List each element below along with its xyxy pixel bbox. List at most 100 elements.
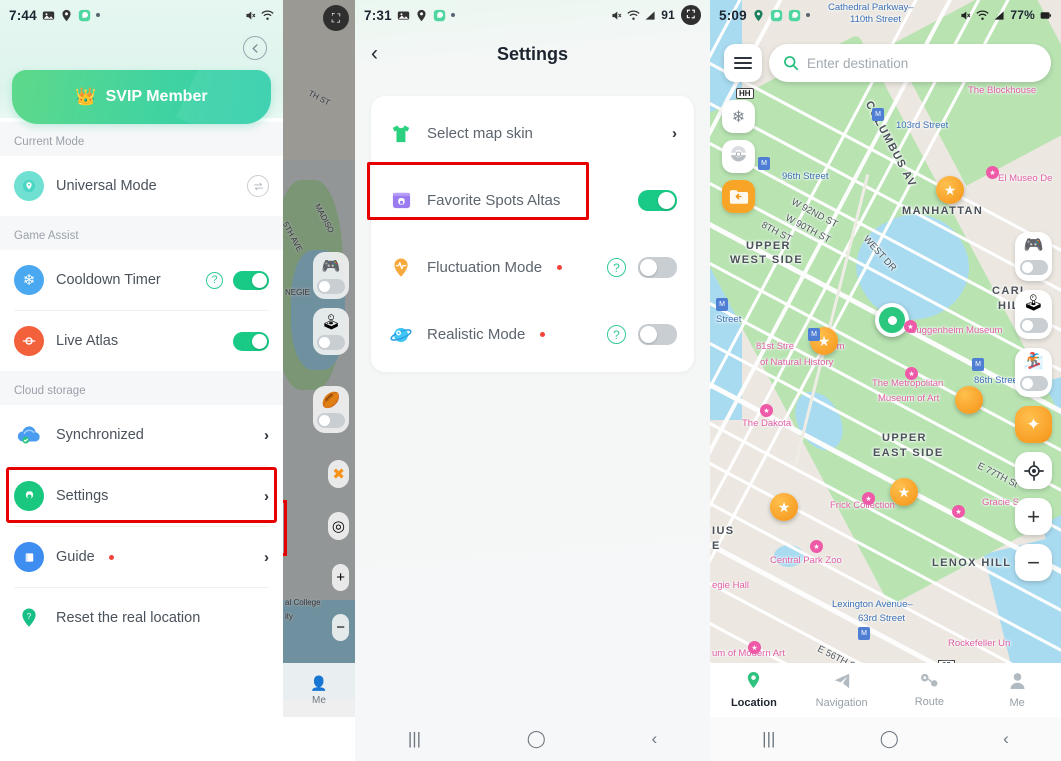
tab-route[interactable]: Route xyxy=(886,663,974,717)
current-location-marker[interactable] xyxy=(875,303,909,337)
favorite-spot-marker[interactable]: ★ xyxy=(890,478,918,506)
sliver-control-stack-2[interactable]: 🕹 xyxy=(313,308,349,355)
recents-button[interactable]: ||| xyxy=(408,729,421,749)
row-synchronized[interactable]: Synchronized › xyxy=(0,405,283,465)
search-input[interactable]: Enter destination xyxy=(769,44,1051,82)
row-guide[interactable]: Guide › xyxy=(0,527,283,587)
recenter-control[interactable] xyxy=(1015,452,1052,489)
row-cooldown-timer[interactable]: ❄ Cooldown Timer ? xyxy=(0,250,283,310)
radar-icon xyxy=(14,326,44,356)
realistic-mode-toggle[interactable] xyxy=(638,324,677,345)
hamburger-menu-button[interactable] xyxy=(724,44,762,82)
sliver-control-stack-1[interactable]: 🎮 xyxy=(313,252,349,299)
joystick-toggle[interactable] xyxy=(1019,318,1048,333)
recents-button[interactable]: ||| xyxy=(762,729,775,749)
row-tail: ? xyxy=(607,324,677,345)
snowflake-icon: ❄ xyxy=(731,108,746,126)
help-icon[interactable]: ? xyxy=(607,258,626,277)
poi-pin[interactable]: ★ xyxy=(748,641,761,654)
subway-station-icon[interactable]: M xyxy=(858,627,870,640)
poi-pin[interactable]: ★ xyxy=(904,320,917,333)
joystick-icon: 🕹 xyxy=(321,314,341,331)
joystick-control[interactable]: 🕹 xyxy=(1015,290,1052,339)
poi-pin[interactable]: ★ xyxy=(862,492,875,505)
profile-avatar-badge[interactable]: ⛶ xyxy=(323,5,349,31)
joystick-toggle[interactable] xyxy=(317,335,345,350)
sliver-zoom-in-control[interactable]: + xyxy=(332,564,349,591)
gamepad-toggle[interactable] xyxy=(317,279,345,294)
poi-pin[interactable]: ★ xyxy=(952,505,965,518)
sliver-tab-me[interactable]: 👤 Me xyxy=(283,663,355,717)
map-label: 103rd Street xyxy=(896,120,949,131)
settings-row-fluctuation-mode[interactable]: Fluctuation Mode ? xyxy=(371,234,694,301)
battery-level: 77% xyxy=(1010,8,1035,22)
tab-navigation[interactable]: Navigation xyxy=(798,663,886,717)
row-label: Universal Mode xyxy=(56,178,157,194)
cooldown-timer-toggle[interactable] xyxy=(233,270,269,290)
subway-station-icon[interactable]: M xyxy=(758,157,770,170)
panel1-content: 7:44 👑 SVIP Member Current Mode Universa… xyxy=(0,0,283,758)
settings-row-favorite-spots-altas[interactable]: Favorite Spots Altas xyxy=(371,167,694,234)
favorite-spot-marker[interactable]: ★ xyxy=(770,493,798,521)
subway-station-icon[interactable]: M xyxy=(972,358,984,371)
row-live-atlas[interactable]: Live Atlas xyxy=(0,311,283,371)
map-canvas[interactable]: Cathedral Parkway– 110th Street The Blockh… xyxy=(710,0,1061,761)
zoom-out-control[interactable]: − xyxy=(1015,544,1052,581)
sliver-control-stack-3[interactable]: 🏉 xyxy=(313,386,349,433)
settings-row-select-map-skin[interactable]: Select map skin › xyxy=(371,100,694,167)
settings-row-realistic-mode[interactable]: Realistic Mode ? xyxy=(371,301,694,368)
tab-me[interactable]: Me xyxy=(973,663,1061,717)
catch-control-button[interactable] xyxy=(722,140,755,173)
sliver-favorites-control[interactable]: ✖ xyxy=(328,460,349,488)
fluctuation-mode-toggle[interactable] xyxy=(638,257,677,278)
folder-back-icon xyxy=(729,190,748,204)
profile-avatar[interactable]: ⛶ xyxy=(681,5,701,25)
tab-location[interactable]: Location xyxy=(710,663,798,717)
back-nav-button[interactable]: ‹ xyxy=(651,729,657,749)
row-settings[interactable]: Settings › xyxy=(0,466,283,526)
sliver-zoom-out-control[interactable]: − xyxy=(332,614,349,641)
poi-pin[interactable]: ★ xyxy=(810,540,823,553)
subway-station-icon[interactable]: M xyxy=(716,298,728,311)
gamepad-toggle[interactable] xyxy=(1019,260,1048,275)
subway-station-icon[interactable]: M xyxy=(808,328,820,341)
cooldown-control-button[interactable]: ❄ xyxy=(722,100,755,133)
poi-pin[interactable]: ★ xyxy=(986,166,999,179)
home-button[interactable]: ◯ xyxy=(880,729,899,749)
saved-spots-control-button[interactable] xyxy=(722,180,755,213)
favorite-spots-altas-toggle[interactable] xyxy=(638,190,677,211)
row-reset-real-location[interactable]: ? Reset the real location xyxy=(0,588,283,648)
live-atlas-toggle[interactable] xyxy=(233,331,269,351)
home-button[interactable]: ◯ xyxy=(527,729,546,749)
help-icon[interactable]: ? xyxy=(206,271,223,289)
jump-toggle[interactable] xyxy=(317,413,345,428)
poi-pin[interactable]: ★ xyxy=(760,404,773,417)
zoom-in-control[interactable]: + xyxy=(1015,498,1052,535)
status-time: 7:44 xyxy=(9,7,37,23)
row-universal-mode[interactable]: Universal Mode xyxy=(0,156,283,216)
map-label: The Metropolitan xyxy=(872,378,944,389)
svip-member-banner[interactable]: 👑 SVIP Member xyxy=(12,70,271,124)
wifi-icon xyxy=(976,10,989,20)
subway-station-icon[interactable]: M xyxy=(872,108,884,121)
spot-marker[interactable] xyxy=(955,386,983,414)
new-badge-dot xyxy=(557,265,563,270)
teleport-control[interactable]: 🏂 xyxy=(1015,348,1052,397)
android-navbar-strip xyxy=(283,717,355,761)
favorite-spot-marker[interactable]: ★ xyxy=(936,176,964,204)
row-tail xyxy=(638,190,677,211)
back-nav-button[interactable]: ‹ xyxy=(1003,729,1009,749)
back-button[interactable] xyxy=(243,36,267,60)
section-current-mode: Universal Mode xyxy=(0,156,283,216)
whatsapp-icon xyxy=(788,9,801,21)
mute-icon xyxy=(961,10,971,20)
help-icon[interactable]: ? xyxy=(607,325,626,344)
favorites-control[interactable]: ✦ xyxy=(1015,406,1052,443)
gamepad-control[interactable]: 🎮 xyxy=(1015,232,1052,281)
teleport-toggle[interactable] xyxy=(1019,376,1048,391)
swap-icon[interactable] xyxy=(247,175,269,197)
section-cloud-storage: Synchronized › Settings › Guide › ? Rese… xyxy=(0,405,283,648)
sliver-recenter-control[interactable]: ◎ xyxy=(327,512,349,540)
panel-map-sliver: 5TH AVE MADISO TH ST NEGIE al College it… xyxy=(283,0,355,761)
poi-pin[interactable]: ★ xyxy=(905,367,918,380)
